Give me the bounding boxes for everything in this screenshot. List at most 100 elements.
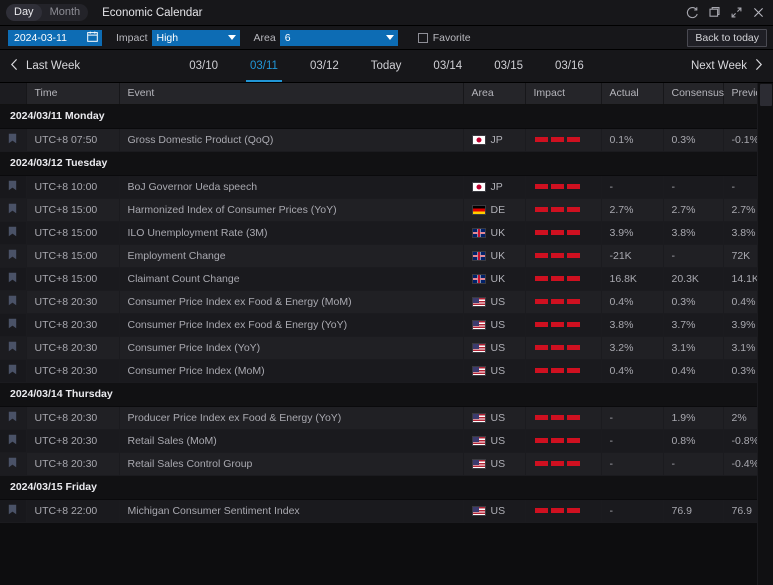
impact-bar bbox=[566, 438, 580, 443]
cell-area: US bbox=[463, 499, 526, 523]
column-header-mark bbox=[0, 83, 27, 105]
date-tab-today[interactable]: Today bbox=[355, 50, 418, 83]
cell-time: UTC+8 20:30 bbox=[26, 336, 120, 360]
cell-event: Claimant Count Change bbox=[119, 267, 464, 291]
column-header-area[interactable]: Area bbox=[463, 83, 526, 105]
favorite-cell[interactable] bbox=[0, 221, 27, 245]
column-header-actual[interactable]: Actual bbox=[601, 83, 664, 105]
area-select[interactable]: 6 bbox=[279, 29, 398, 46]
cell-area: UK bbox=[463, 221, 526, 245]
column-header-event[interactable]: Event bbox=[119, 83, 464, 105]
table-row[interactable]: UTC+8 15:00 ILO Unemployment Rate (3M) UK 3… bbox=[0, 221, 773, 245]
impact-indicator bbox=[534, 276, 601, 281]
bookmark-icon[interactable] bbox=[8, 411, 17, 425]
bookmark-icon[interactable] bbox=[8, 272, 17, 286]
favorite-cell[interactable] bbox=[0, 244, 27, 268]
table-row[interactable]: UTC+8 07:50 Gross Domestic Product (QoQ) J… bbox=[0, 128, 773, 152]
table-row[interactable]: UTC+8 20:30 Consumer Price Index (YoY) US 3… bbox=[0, 336, 773, 360]
table-row[interactable]: UTC+8 15:00 Harmonized Index of Consumer … bbox=[0, 198, 773, 222]
favorite-cell[interactable] bbox=[0, 336, 27, 360]
bookmark-icon[interactable] bbox=[8, 504, 17, 518]
bookmark-icon[interactable] bbox=[8, 364, 17, 378]
favorite-label: Favorite bbox=[432, 31, 471, 44]
table-row[interactable]: UTC+8 20:30 Consumer Price Index ex Food … bbox=[0, 313, 773, 337]
impact-bar bbox=[566, 299, 580, 304]
favorite-cell[interactable] bbox=[0, 499, 27, 523]
date-input[interactable]: 2024-03-11 bbox=[8, 29, 102, 46]
table-row[interactable]: UTC+8 20:30 Retail Sales Control Group US -… bbox=[0, 452, 773, 476]
bookmark-icon[interactable] bbox=[8, 203, 17, 217]
view-toggle-month[interactable]: Month bbox=[42, 4, 89, 21]
cell-impact bbox=[525, 244, 602, 268]
back-to-today-button[interactable]: Back to today bbox=[687, 28, 767, 47]
impact-select[interactable]: High bbox=[151, 29, 240, 46]
impact-bar bbox=[550, 368, 564, 373]
table-row[interactable]: UTC+8 15:00 Employment Change UK -21K -72K bbox=[0, 244, 773, 268]
close-icon[interactable] bbox=[747, 2, 769, 24]
favorite-cell[interactable] bbox=[0, 452, 27, 476]
favorite-cell[interactable] bbox=[0, 429, 27, 453]
bookmark-icon[interactable] bbox=[8, 226, 17, 240]
impact-bar bbox=[534, 345, 548, 350]
table-row[interactable]: UTC+8 20:30 Consumer Price Index ex Food … bbox=[0, 290, 773, 314]
restore-icon[interactable] bbox=[703, 2, 725, 24]
impact-bar bbox=[550, 345, 564, 350]
favorite-cell[interactable] bbox=[0, 128, 27, 152]
date-tab-0314[interactable]: 03/14 bbox=[417, 50, 478, 83]
date-tab-0311[interactable]: 03/11 bbox=[234, 50, 294, 83]
favorite-cell[interactable] bbox=[0, 267, 27, 291]
date-input-value: 2024-03-11 bbox=[14, 31, 67, 44]
flag-us-icon bbox=[471, 435, 486, 446]
impact-bar bbox=[550, 137, 564, 142]
date-tab-0316[interactable]: 03/16 bbox=[539, 50, 600, 83]
cell-event: Retail Sales Control Group bbox=[119, 452, 464, 476]
impact-bar bbox=[550, 253, 564, 258]
view-toggle-day[interactable]: Day bbox=[6, 4, 42, 21]
favorite-filter[interactable]: Favorite bbox=[417, 31, 471, 44]
favorite-cell[interactable] bbox=[0, 175, 27, 199]
cell-actual: 16.8K bbox=[601, 267, 664, 291]
bookmark-icon[interactable] bbox=[8, 133, 17, 147]
bookmark-icon[interactable] bbox=[8, 318, 17, 332]
date-tab-0310[interactable]: 03/10 bbox=[173, 50, 234, 83]
favorite-cell[interactable] bbox=[0, 290, 27, 314]
cell-area: UK bbox=[463, 267, 526, 291]
area-code: US bbox=[490, 411, 506, 424]
expand-icon[interactable] bbox=[725, 2, 747, 24]
bookmark-icon[interactable] bbox=[8, 341, 17, 355]
cell-time: UTC+8 20:30 bbox=[26, 429, 120, 453]
column-header-impact[interactable]: Impact bbox=[525, 83, 602, 105]
bookmark-icon[interactable] bbox=[8, 180, 17, 194]
cell-actual: 0.4% bbox=[601, 359, 664, 383]
favorite-cell[interactable] bbox=[0, 198, 27, 222]
impact-indicator bbox=[534, 461, 601, 466]
scrollbar-thumb[interactable] bbox=[760, 84, 772, 106]
table-row[interactable]: UTC+8 20:30 Retail Sales (MoM) US -0.8% -0.8… bbox=[0, 429, 773, 453]
favorite-cell[interactable] bbox=[0, 406, 27, 430]
impact-indicator bbox=[534, 207, 601, 212]
bookmark-icon[interactable] bbox=[8, 249, 17, 263]
date-tabs: 03/10 03/11 03/12 Today 03/14 03/15 03/1… bbox=[0, 50, 773, 83]
cell-consensus: - bbox=[663, 244, 724, 268]
date-tab-0312[interactable]: 03/12 bbox=[294, 50, 355, 83]
bookmark-icon[interactable] bbox=[8, 434, 17, 448]
table-row[interactable]: UTC+8 10:00 BoJ Governor Ueda speech JP - - - bbox=[0, 175, 773, 199]
bookmark-icon[interactable] bbox=[8, 457, 17, 471]
table-row[interactable]: UTC+8 20:30 Producer Price Index ex Food … bbox=[0, 406, 773, 430]
favorite-checkbox[interactable] bbox=[417, 32, 428, 43]
vertical-scrollbar[interactable] bbox=[757, 83, 773, 585]
chevron-down-icon bbox=[227, 35, 236, 40]
favorite-cell[interactable] bbox=[0, 359, 27, 383]
table-row[interactable]: UTC+8 20:30 Consumer Price Index (MoM) US 0… bbox=[0, 359, 773, 383]
table-row[interactable]: UTC+8 15:00 Claimant Count Change UK 16.8K 2… bbox=[0, 267, 773, 291]
flag-us-icon bbox=[471, 342, 486, 353]
column-header-consensus[interactable]: Consensus bbox=[663, 83, 724, 105]
cell-area: UK bbox=[463, 244, 526, 268]
bookmark-icon[interactable] bbox=[8, 295, 17, 309]
impact-bar bbox=[566, 184, 580, 189]
refresh-icon[interactable] bbox=[681, 2, 703, 24]
column-header-time[interactable]: Time bbox=[26, 83, 120, 105]
table-row[interactable]: UTC+8 22:00 Michigan Consumer Sentiment I… bbox=[0, 499, 773, 523]
date-tab-0315[interactable]: 03/15 bbox=[478, 50, 539, 83]
favorite-cell[interactable] bbox=[0, 313, 27, 337]
